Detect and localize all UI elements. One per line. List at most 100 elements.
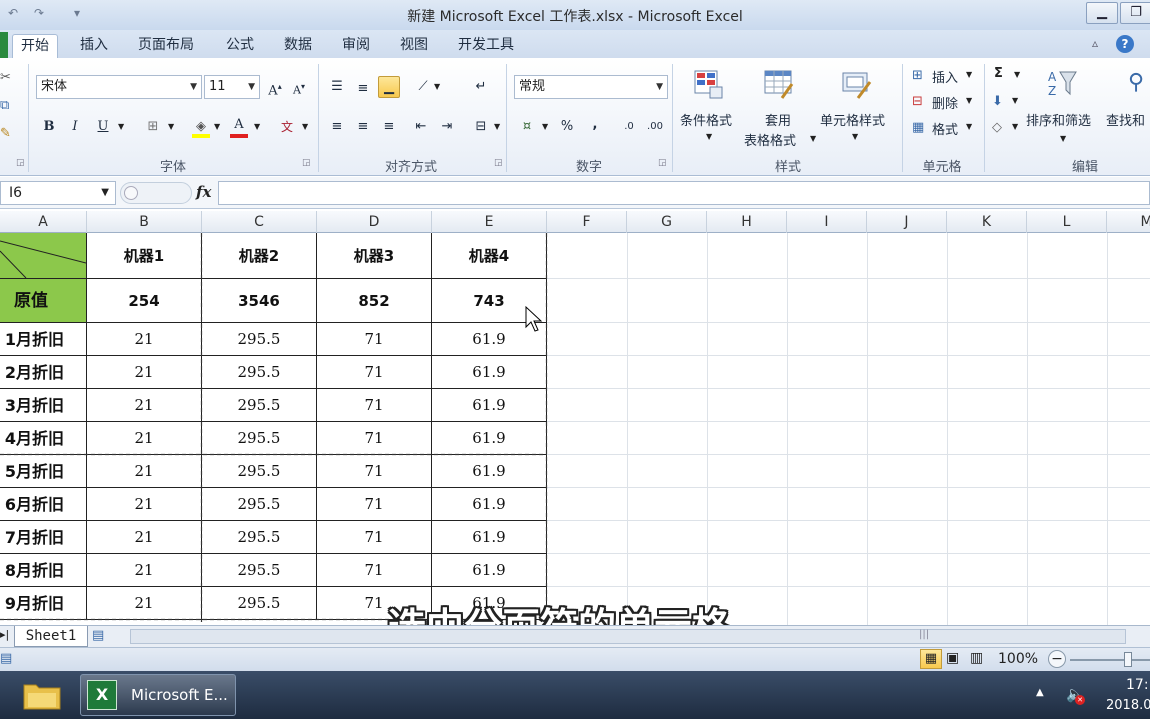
column-header-h[interactable]: H bbox=[707, 211, 787, 233]
column-header-j[interactable]: J bbox=[867, 211, 947, 233]
cell-styles-button[interactable]: 单元格样式 bbox=[820, 110, 885, 129]
decrease-decimal-icon[interactable]: .00 bbox=[644, 116, 666, 138]
chevron-down-icon[interactable]: ▼ bbox=[302, 122, 308, 131]
tab-page-layout[interactable]: 页面布局 bbox=[130, 34, 202, 58]
column-header-l[interactable]: L bbox=[1027, 211, 1107, 233]
find-select-icon[interactable]: ⚲ bbox=[1128, 70, 1144, 95]
tab-home[interactable]: 开始 bbox=[12, 34, 58, 58]
file-tab[interactable] bbox=[0, 32, 8, 58]
maximize-button[interactable]: ❐ bbox=[1120, 2, 1150, 24]
tab-review[interactable]: 审阅 bbox=[334, 34, 378, 58]
currency-icon[interactable]: ¤ bbox=[516, 116, 538, 138]
insert-sheet-icon[interactable]: ▤ bbox=[92, 628, 104, 643]
cell-styles-icon[interactable] bbox=[842, 70, 876, 100]
align-center-icon[interactable]: ≡ bbox=[352, 116, 374, 138]
fill-down-icon[interactable]: ⬇ bbox=[992, 94, 1003, 109]
comma-button[interactable]: , bbox=[584, 114, 606, 136]
file-explorer-icon[interactable] bbox=[22, 677, 62, 711]
border-button[interactable]: ⊞ bbox=[142, 116, 164, 138]
align-top-icon[interactable]: ☰ bbox=[326, 76, 348, 98]
font-name-combo[interactable]: 宋体 ▼ bbox=[36, 75, 202, 99]
name-box[interactable]: I6 ▼ bbox=[0, 181, 116, 205]
format-cells-icon[interactable]: ▦ bbox=[912, 120, 924, 135]
percent-button[interactable]: % bbox=[556, 116, 578, 138]
font-launcher-icon[interactable]: ◲ bbox=[302, 158, 311, 168]
decrease-indent-icon[interactable]: ⇤ bbox=[410, 116, 432, 138]
format-as-table-line1[interactable]: 套用 bbox=[765, 110, 791, 129]
chevron-down-icon[interactable]: ▼ bbox=[1012, 122, 1018, 131]
zoom-level[interactable]: 100% bbox=[998, 651, 1038, 667]
sheet-tab-sheet1[interactable]: Sheet1 bbox=[14, 626, 88, 647]
delete-cells-icon[interactable]: ⊟ bbox=[912, 94, 923, 109]
show-hidden-icons-icon[interactable]: ▲ bbox=[1036, 687, 1044, 698]
help-icon[interactable]: ? bbox=[1116, 35, 1134, 53]
fill-color-button[interactable]: ◈ bbox=[190, 116, 212, 138]
page-layout-view-icon[interactable]: ▣ bbox=[946, 650, 959, 666]
formula-bar-handle[interactable] bbox=[120, 182, 192, 204]
horizontal-scrollbar[interactable]: ||| bbox=[130, 629, 1126, 644]
chevron-down-icon[interactable]: ▼ bbox=[542, 122, 548, 131]
column-header-c[interactable]: C bbox=[202, 211, 317, 233]
worksheet-grid[interactable]: 机器1 机器2 机器3 机器4 原值 254 3546 852 743 1月折旧… bbox=[0, 233, 1150, 625]
clock-time[interactable]: 17: bbox=[1126, 677, 1149, 693]
increase-indent-icon[interactable]: ⇥ bbox=[436, 116, 458, 138]
column-header-k[interactable]: K bbox=[947, 211, 1027, 233]
format-cells-button[interactable]: 格式 bbox=[932, 119, 958, 138]
chevron-down-icon[interactable]: ▼ bbox=[1012, 96, 1018, 105]
tab-developer[interactable]: 开发工具 bbox=[450, 34, 522, 58]
font-color-button[interactable]: A bbox=[228, 114, 250, 138]
column-header-f[interactable]: F bbox=[547, 211, 627, 233]
conditional-formatting-button[interactable]: 条件格式 bbox=[680, 110, 732, 129]
column-header-i[interactable]: I bbox=[787, 211, 867, 233]
align-bottom-icon[interactable]: ▁ bbox=[378, 76, 400, 98]
clock-date[interactable]: 2018.0 bbox=[1106, 698, 1150, 713]
column-header-m[interactable]: M bbox=[1107, 211, 1150, 233]
underline-button[interactable]: U bbox=[92, 116, 114, 138]
align-right-icon[interactable]: ≡ bbox=[378, 116, 400, 138]
column-header-d[interactable]: D bbox=[317, 211, 432, 233]
cut-icon[interactable]: ✂ bbox=[0, 70, 11, 85]
chevron-down-icon[interactable]: ▼ bbox=[214, 122, 220, 131]
shrink-font-button[interactable]: A▾ bbox=[288, 76, 310, 98]
phonetic-guide-icon[interactable]: 文 bbox=[276, 116, 298, 138]
chevron-down-icon[interactable]: ▼ bbox=[168, 122, 174, 131]
insert-function-button[interactable]: fx bbox=[196, 183, 211, 201]
tab-view[interactable]: 视图 bbox=[392, 34, 436, 58]
align-left-icon[interactable]: ≡ bbox=[326, 116, 348, 138]
tab-data[interactable]: 数据 bbox=[276, 34, 320, 58]
chevron-down-icon[interactable]: ▼ bbox=[494, 122, 500, 131]
insert-cells-button[interactable]: 插入 bbox=[932, 67, 958, 86]
delete-cells-button[interactable]: 删除 bbox=[932, 93, 958, 112]
sort-filter-icon[interactable]: A Z bbox=[1046, 68, 1080, 98]
find-select-button[interactable]: 查找和 bbox=[1106, 110, 1145, 129]
font-size-combo[interactable]: 11 ▼ bbox=[204, 75, 260, 99]
column-header-b[interactable]: B bbox=[87, 211, 202, 233]
align-middle-icon[interactable]: ≡ bbox=[352, 78, 374, 100]
minimize-button[interactable]: ▁ bbox=[1086, 2, 1118, 24]
column-header-a[interactable]: A bbox=[0, 211, 87, 233]
tab-formulas[interactable]: 公式 bbox=[218, 34, 262, 58]
clear-icon[interactable]: ◇ bbox=[992, 120, 1002, 135]
column-header-e[interactable]: E bbox=[432, 211, 547, 233]
autosum-button[interactable]: Σ bbox=[994, 66, 1003, 81]
macro-record-icon[interactable]: ▤ bbox=[0, 651, 12, 666]
copy-icon[interactable]: ⧉ bbox=[0, 98, 9, 113]
formula-input[interactable] bbox=[218, 181, 1150, 205]
sort-filter-button[interactable]: 排序和筛选 bbox=[1026, 110, 1091, 129]
number-format-combo[interactable]: 常规 ▼ bbox=[514, 75, 668, 99]
format-as-table-icon[interactable] bbox=[764, 70, 798, 100]
number-launcher-icon[interactable]: ◲ bbox=[658, 158, 667, 168]
merge-center-icon[interactable]: ⊟ bbox=[470, 116, 492, 138]
wrap-text-icon[interactable]: ↵ bbox=[470, 76, 492, 98]
alignment-launcher-icon[interactable]: ◲ bbox=[494, 158, 503, 168]
zoom-out-icon[interactable]: − bbox=[1048, 650, 1066, 668]
clipboard-launcher-icon[interactable]: ◲ bbox=[16, 158, 25, 168]
column-header-g[interactable]: G bbox=[627, 211, 707, 233]
chevron-down-icon[interactable]: ▼ bbox=[966, 70, 972, 79]
chevron-down-icon[interactable]: ▼ bbox=[118, 122, 124, 131]
chevron-down-icon[interactable]: ▼ bbox=[254, 122, 260, 131]
chevron-down-icon[interactable]: ▼ bbox=[1014, 70, 1020, 79]
taskbar-excel-button[interactable]: X Microsoft E... bbox=[80, 674, 236, 716]
format-as-table-line2[interactable]: 表格格式 bbox=[744, 130, 796, 149]
format-painter-icon[interactable]: ✎ bbox=[0, 126, 11, 141]
